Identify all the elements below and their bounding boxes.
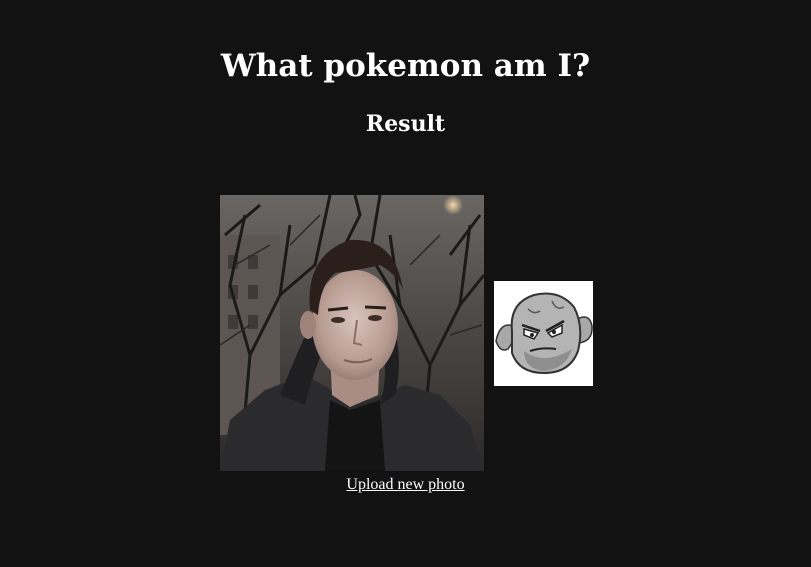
- upload-link-container: Upload new photo: [0, 475, 811, 495]
- page-title: What pokemon am I?: [220, 48, 591, 84]
- pokemon-result-image: [494, 281, 593, 386]
- user-photo: [220, 195, 484, 471]
- portrait-photo-icon: [220, 195, 484, 471]
- geodude-pokemon-icon: [495, 292, 593, 375]
- upload-new-photo-link[interactable]: Upload new photo: [346, 476, 464, 493]
- result-heading: Result: [365, 111, 446, 137]
- result-page: What pokemon am I? Result Upload new pho…: [0, 0, 811, 567]
